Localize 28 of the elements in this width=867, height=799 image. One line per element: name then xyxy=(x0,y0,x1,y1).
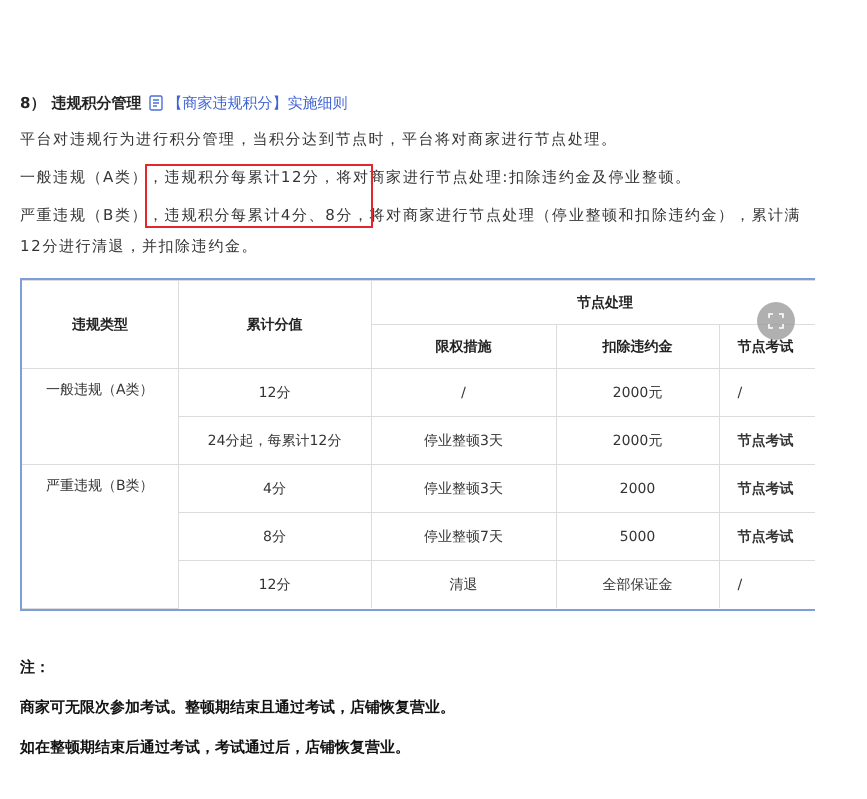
table-cell: 停业整顿7天 xyxy=(371,512,556,560)
table-cell: 2000元 xyxy=(556,416,719,464)
table-cell: 8分 xyxy=(178,512,371,560)
table-cell: 停业整顿3天 xyxy=(371,464,556,512)
table-cell: 2000元 xyxy=(556,368,719,416)
section-number: 8） xyxy=(20,94,46,112)
column-header: 违规类型 xyxy=(22,280,178,368)
column-header: 限权措施 xyxy=(371,324,556,368)
table-cell: 5000 xyxy=(556,512,719,560)
note-text: 商家可无限次参加考试。整顿期结束且通过考试，店铺恢复营业。 xyxy=(20,696,456,718)
table-cell: 2000 xyxy=(556,464,719,512)
table-cell: 严重违规（B类） xyxy=(22,464,178,608)
table-cell: / xyxy=(371,368,556,416)
expand-icon xyxy=(768,313,784,329)
table-cell: 24分起，每累计12分 xyxy=(178,416,371,464)
column-header: 累计分值 xyxy=(178,280,371,368)
table-cell: 一般违规（A类） xyxy=(22,368,178,464)
table-cell: 停业整顿3天 xyxy=(371,416,556,464)
table-cell: 12分 xyxy=(178,368,371,416)
expand-button[interactable] xyxy=(757,302,795,340)
note-text: 如在整顿期结束后通过考试，考试通过后，店铺恢复营业。 xyxy=(20,736,411,758)
notes-label: 注： xyxy=(20,656,51,678)
column-header: 扣除违约金 xyxy=(556,324,719,368)
paragraph: 平台对违规行为进行积分管理，当积分达到节点时，平台将对商家进行节点处理。 xyxy=(20,129,619,150)
table-cell: 4分 xyxy=(178,464,371,512)
section-title: 违规积分管理 xyxy=(51,94,142,112)
document-icon xyxy=(149,95,164,111)
document-link[interactable]: 【商家违规积分】实施细则 xyxy=(167,94,348,112)
